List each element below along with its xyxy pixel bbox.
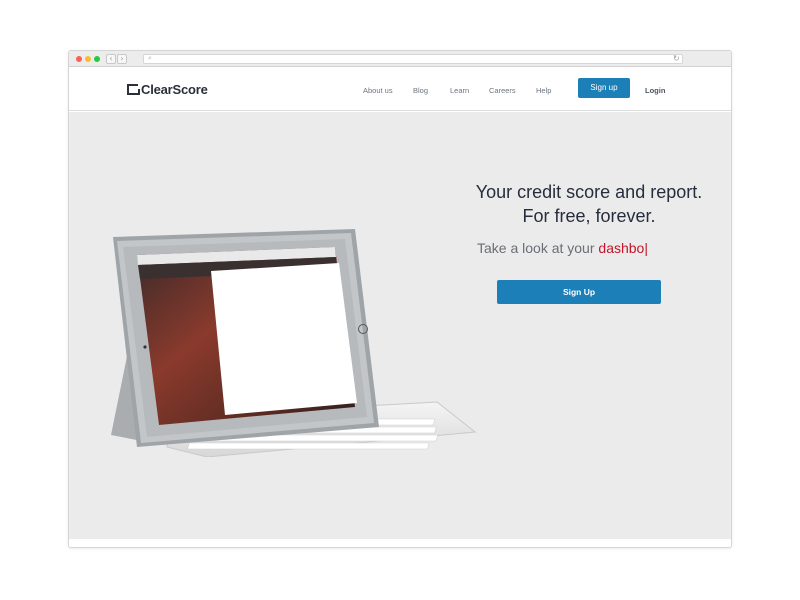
address-bar[interactable]: ⌕ xyxy=(143,54,683,64)
hero-headline-line-2: For free, forever. xyxy=(522,206,656,226)
hero-section: Your credit score and report. For free, … xyxy=(69,112,731,539)
tagline-typed-word: dashbo xyxy=(598,240,645,256)
hero-headline-line-1: Your credit score and report. xyxy=(475,182,703,202)
tagline-prefix: Take a look at your xyxy=(477,240,595,256)
hero-tagline: Take a look at your dashbo| xyxy=(477,240,648,256)
nav-blog[interactable]: Blog xyxy=(413,86,428,95)
nav-learn[interactable]: Learn xyxy=(450,86,469,95)
browser-toolbar: ‹ › ⌕ ↻ xyxy=(69,51,731,67)
site-footer xyxy=(69,539,731,547)
minimize-window-button[interactable] xyxy=(85,56,91,62)
nav-about-us[interactable]: About us xyxy=(363,86,393,95)
site-header: ClearScore About us Blog Learn Careers H… xyxy=(69,67,731,111)
logo-text: ClearScore xyxy=(141,81,208,97)
nav-help[interactable]: Help xyxy=(536,86,551,95)
clearscore-logo-icon xyxy=(127,83,140,95)
clearscore-logo[interactable]: ClearScore xyxy=(127,81,208,97)
browser-window: ‹ › ⌕ ↻ ClearScore About us Blog Learn C… xyxy=(68,50,732,548)
nav-careers[interactable]: Careers xyxy=(489,86,516,95)
maximize-window-button[interactable] xyxy=(94,56,100,62)
header-sign-up-button[interactable]: Sign up xyxy=(578,78,630,98)
search-icon: ⌕ xyxy=(148,54,152,62)
forward-button[interactable]: › xyxy=(117,54,127,64)
login-link[interactable]: Login xyxy=(645,86,665,95)
typing-caret: | xyxy=(644,240,648,256)
ipad-keyboard-illustration xyxy=(111,229,477,457)
back-button[interactable]: ‹ xyxy=(106,54,116,64)
hero-sign-up-button[interactable]: Sign Up xyxy=(497,280,661,304)
reload-icon[interactable]: ↻ xyxy=(673,54,680,64)
close-window-button[interactable] xyxy=(76,56,82,62)
